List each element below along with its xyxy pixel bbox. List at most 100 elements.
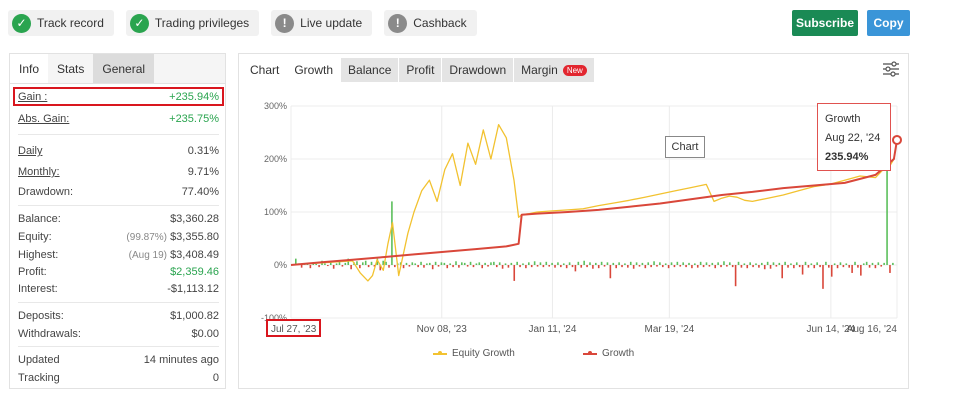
daily-bar xyxy=(411,262,414,265)
daily-bar xyxy=(627,265,629,268)
badge-track-record[interactable]: ✓ Track record xyxy=(8,10,114,36)
daily-bar xyxy=(612,262,615,265)
daily-bar xyxy=(624,263,626,265)
daily-bar xyxy=(761,262,763,265)
daily-bar xyxy=(647,262,650,265)
daily-bar xyxy=(720,265,722,268)
daily-bar xyxy=(562,263,565,265)
daily-bar xyxy=(737,261,740,265)
badge-trading-privileges[interactable]: ✓ Trading privileges xyxy=(125,10,260,36)
daily-bar xyxy=(670,262,673,265)
daily-bar xyxy=(708,265,711,267)
daily-bar xyxy=(589,262,591,265)
stat-value-group: (99.87%) $3,355.80 xyxy=(126,231,219,243)
daily-bar xyxy=(466,265,469,267)
daily-bar xyxy=(574,265,577,272)
daily-bar xyxy=(600,261,603,265)
x-tick-label: Mar 19, '24 xyxy=(645,324,695,335)
daily-bar xyxy=(699,261,702,265)
daily-bar xyxy=(528,262,530,265)
daily-bar xyxy=(664,263,667,265)
daily-bar xyxy=(530,265,533,268)
daily-bar xyxy=(638,265,641,267)
daily-bar xyxy=(769,265,772,269)
daily-bar xyxy=(726,265,728,267)
badge-label: Track record xyxy=(37,16,104,30)
stat-gain: Gain : +235.94% xyxy=(18,89,219,105)
growth-chart[interactable]: 300% 200% 100% 0% -100%Jul 27, '23 Nov 08, '2… xyxy=(239,54,910,390)
legend-swatch-growth xyxy=(583,350,597,355)
daily-bar xyxy=(641,262,644,265)
daily-bar xyxy=(857,265,859,268)
daily-bar xyxy=(772,262,775,265)
y-tick-label: -100% xyxy=(261,313,287,323)
daily-bar xyxy=(394,265,396,268)
badge-label: Trading privileges xyxy=(154,16,250,30)
stat-profit: Profit: $2,359.46 xyxy=(18,264,219,280)
daily-bar xyxy=(667,265,670,269)
daily-bar xyxy=(551,262,553,265)
stat-sub: (99.87%) xyxy=(126,232,167,243)
daily-bar xyxy=(495,265,498,268)
daily-bar xyxy=(327,265,329,267)
tooltip-title: Growth xyxy=(825,113,861,125)
tab-stats[interactable]: Stats xyxy=(48,54,93,83)
daily-bar xyxy=(385,261,387,265)
x-tick-label: Nov 08, '23 xyxy=(417,324,468,335)
copy-button[interactable]: Copy xyxy=(867,10,910,36)
daily-bar xyxy=(819,265,821,268)
daily-bar xyxy=(696,265,699,268)
legend-label: Growth xyxy=(602,348,635,359)
stat-value-group: (Aug 19) $3,408.49 xyxy=(129,249,219,261)
daily-bar xyxy=(533,261,536,265)
daily-bar xyxy=(731,265,734,268)
tab-general[interactable]: General xyxy=(93,54,155,83)
daily-bar xyxy=(449,263,451,265)
stat-label[interactable]: Monthly: xyxy=(18,166,60,178)
tooltip-date: Aug 22, '24 xyxy=(825,132,881,144)
subscribe-button[interactable]: Subscribe xyxy=(792,10,858,36)
daily-bar xyxy=(880,265,883,267)
hover-point[interactable] xyxy=(892,134,902,145)
daily-bar xyxy=(300,265,303,268)
daily-bar xyxy=(408,265,411,267)
daily-bar xyxy=(673,265,676,268)
tab-info[interactable]: Info xyxy=(10,54,49,83)
daily-bar xyxy=(816,262,818,265)
daily-bar xyxy=(860,265,862,276)
daily-bar xyxy=(644,265,647,269)
y-tick-label: 200% xyxy=(264,154,287,164)
legend-item-growth[interactable]: Growth xyxy=(583,348,634,359)
daily-bar xyxy=(621,265,623,268)
stat-value: $1,000.82 xyxy=(170,310,219,322)
daily-bar xyxy=(766,261,769,265)
stat-value: -$1,113.12 xyxy=(167,283,219,295)
daily-bar xyxy=(836,265,839,269)
daily-bar xyxy=(784,261,786,265)
stat-interest: Interest: -$1,113.12 xyxy=(18,281,219,297)
daily-bar xyxy=(437,265,440,267)
legend-item-equity[interactable]: Equity Growth xyxy=(433,348,515,359)
stat-value: $0.00 xyxy=(191,328,219,340)
badge-label: Cashback xyxy=(413,16,467,30)
badge-cashback[interactable]: ! Cashback xyxy=(384,10,477,36)
daily-bar xyxy=(469,261,472,265)
daily-bar xyxy=(493,261,495,265)
daily-bar xyxy=(711,262,714,265)
daily-bar xyxy=(522,263,524,265)
daily-bar xyxy=(519,265,521,268)
badge-live-update[interactable]: ! Live update xyxy=(271,10,373,36)
daily-bar xyxy=(606,262,609,265)
daily-bar xyxy=(557,262,559,265)
stat-label[interactable]: Daily xyxy=(18,145,42,157)
stat-sub: (Aug 19) xyxy=(128,250,167,261)
daily-bar xyxy=(871,262,874,265)
x-tick-label: Jan 11, '24 xyxy=(529,324,577,335)
daily-bar xyxy=(842,265,845,268)
check-icon: ✓ xyxy=(129,13,149,33)
daily-bar xyxy=(504,263,507,265)
daily-bar xyxy=(851,265,853,273)
stat-label[interactable]: Abs. Gain: xyxy=(18,113,69,125)
stat-value: $2,359.46 xyxy=(170,266,219,278)
daily-bar xyxy=(825,261,827,265)
